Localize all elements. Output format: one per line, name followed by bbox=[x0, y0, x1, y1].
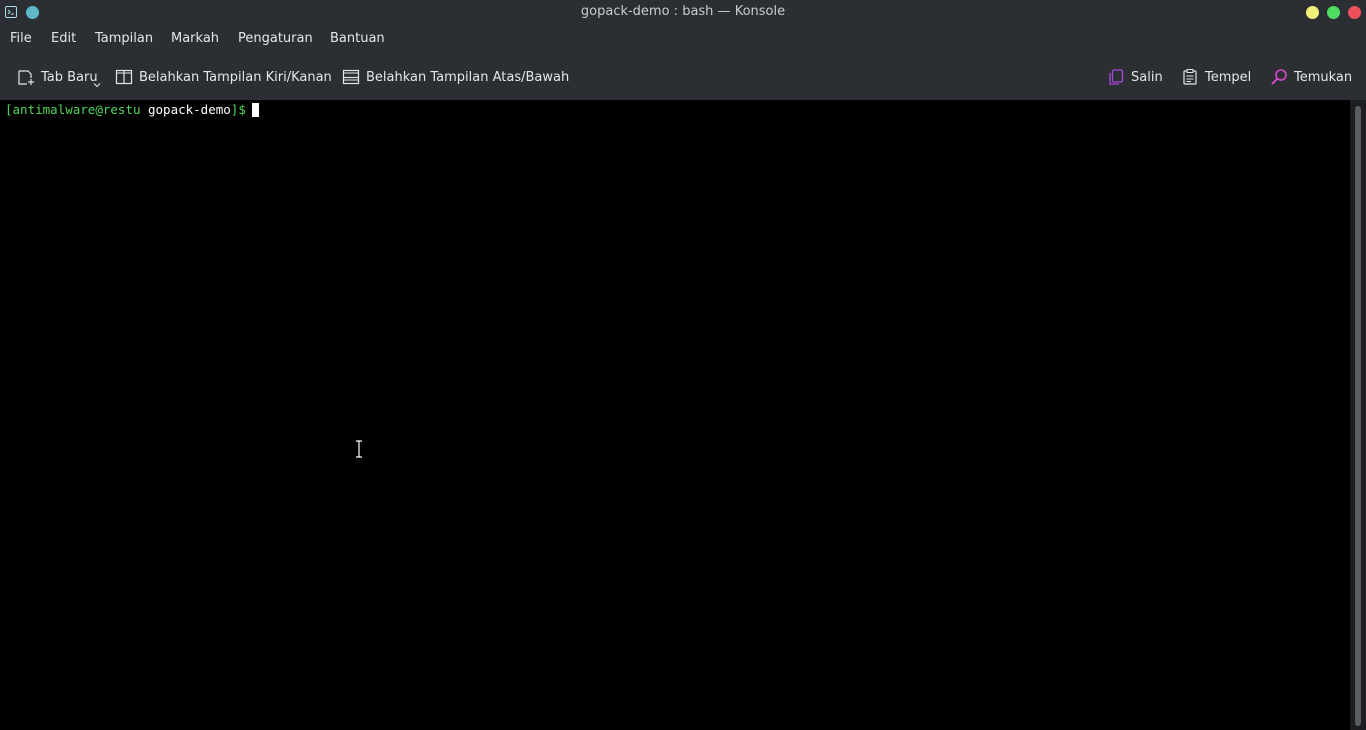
split-left-right-button[interactable]: Belahkan Tampilan Kiri/Kanan bbox=[115, 68, 332, 86]
text-cursor bbox=[251, 103, 259, 117]
chevron-down-icon[interactable] bbox=[93, 82, 101, 88]
prompt-cwd: gopack-demo bbox=[148, 102, 231, 117]
copy-button[interactable]: Salin bbox=[1107, 68, 1163, 86]
maximize-button[interactable] bbox=[1327, 6, 1340, 19]
konsole-window: gopack-demo : bash — Konsole File Edit T… bbox=[0, 0, 1366, 730]
menu-view[interactable]: Tampilan bbox=[95, 31, 153, 46]
find-button[interactable]: Temukan bbox=[1270, 68, 1352, 86]
split-left-right-icon bbox=[115, 69, 133, 85]
search-icon bbox=[1271, 69, 1287, 85]
prompt-bracket-open: [ bbox=[5, 102, 13, 117]
title-bar[interactable]: gopack-demo : bash — Konsole bbox=[0, 0, 1366, 25]
scrollbar-thumb[interactable] bbox=[1355, 106, 1361, 726]
terminal-view[interactable]: [antimalware@restu gopack-demo]$ bbox=[0, 100, 1350, 730]
new-tab-icon bbox=[18, 70, 34, 85]
copy-label: Salin bbox=[1131, 69, 1163, 85]
ibeam-cursor-icon bbox=[356, 440, 362, 458]
new-tab-label: Tab Baru bbox=[41, 69, 98, 85]
split-top-bottom-button[interactable]: Belahkan Tampilan Atas/Bawah bbox=[342, 68, 569, 86]
prompt-bracket-close: ]$ bbox=[230, 102, 246, 117]
close-button[interactable] bbox=[1348, 6, 1361, 19]
menu-file[interactable]: File bbox=[10, 31, 32, 46]
menu-settings[interactable]: Pengaturan bbox=[238, 31, 313, 46]
split-top-bottom-icon bbox=[342, 69, 360, 85]
paste-label: Tempel bbox=[1205, 69, 1252, 85]
find-label: Temukan bbox=[1294, 69, 1353, 85]
split-top-bottom-label: Belahkan Tampilan Atas/Bawah bbox=[366, 69, 570, 85]
window-title: gopack-demo : bash — Konsole bbox=[580, 4, 786, 19]
copy-icon bbox=[1109, 69, 1124, 85]
terminal-scrollbar[interactable] bbox=[1350, 100, 1366, 730]
clipboard-icon bbox=[1183, 69, 1197, 85]
menu-bar: File Edit Tampilan Markah Pengaturan Ban… bbox=[0, 25, 1366, 53]
prompt-line: [antimalware@restu gopack-demo]$ bbox=[5, 102, 259, 117]
menu-bookmarks[interactable]: Markah bbox=[171, 31, 219, 46]
minimize-button[interactable] bbox=[1306, 6, 1319, 19]
new-tab-button[interactable]: Tab Baru bbox=[17, 68, 98, 86]
split-left-right-label: Belahkan Tampilan Kiri/Kanan bbox=[139, 69, 332, 85]
prompt-user-host: antimalware@restu bbox=[12, 102, 141, 117]
menu-help[interactable]: Bantuan bbox=[330, 31, 385, 46]
main-toolbar: Tab Baru Belahkan Tampilan Kiri/Kanan Be… bbox=[0, 53, 1366, 100]
menu-edit[interactable]: Edit bbox=[51, 31, 76, 46]
paste-button[interactable]: Tempel bbox=[1181, 68, 1251, 86]
